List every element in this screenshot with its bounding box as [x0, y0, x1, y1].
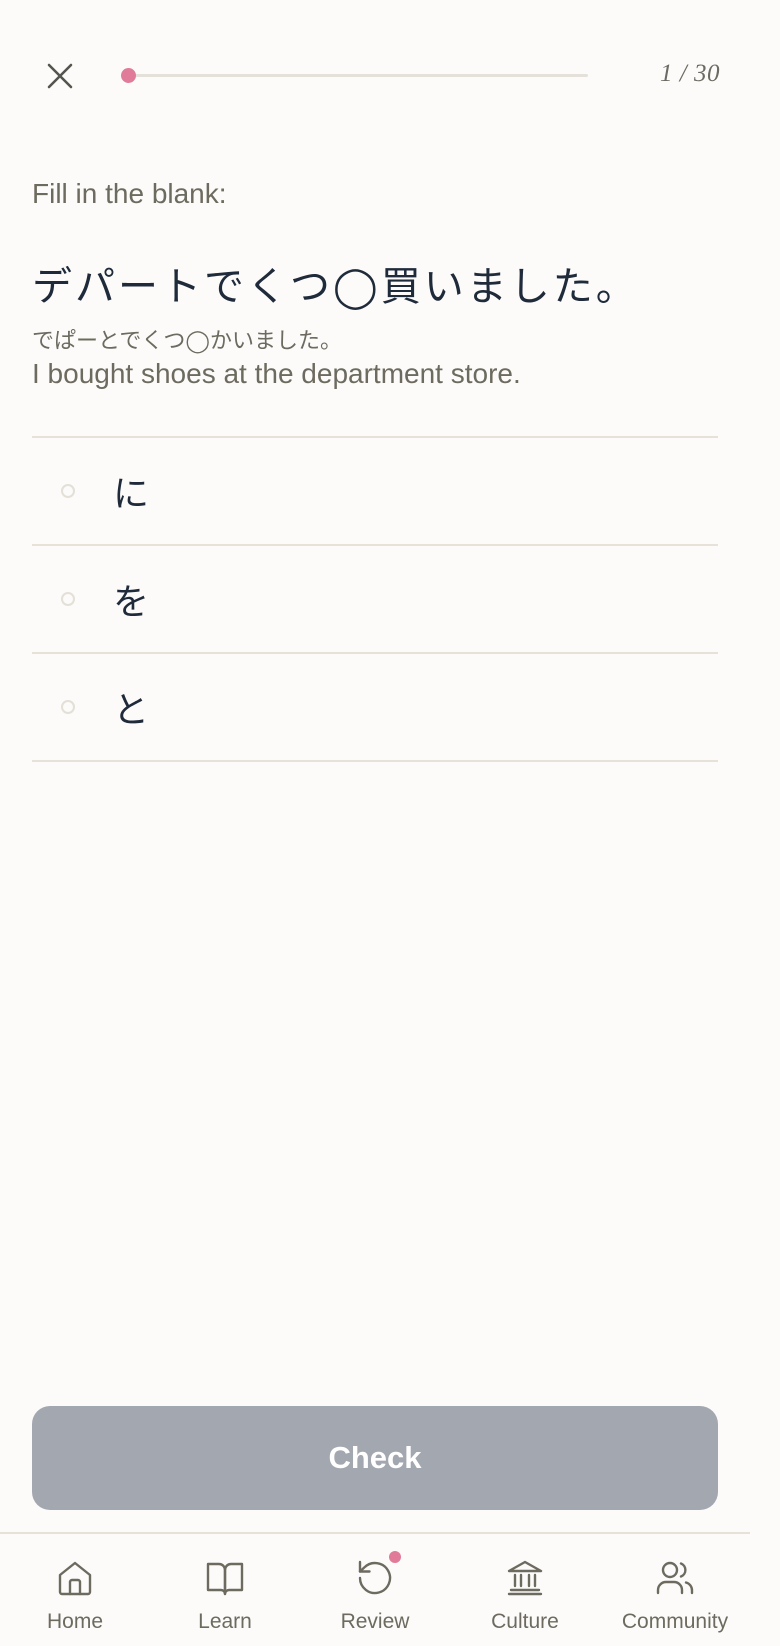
- answer-option-label: を: [113, 582, 150, 623]
- notification-badge: [389, 1551, 401, 1563]
- landmark-icon: [505, 1558, 545, 1598]
- progress-indicator: [121, 68, 136, 83]
- nav-item-home[interactable]: Home: [0, 1544, 150, 1644]
- nav-label: Community: [621, 1610, 729, 1633]
- book-icon: [205, 1558, 245, 1598]
- nav-item-culture[interactable]: Culture: [450, 1544, 600, 1644]
- close-icon: [47, 63, 73, 89]
- answer-option-label: に: [113, 474, 150, 515]
- question-translation: I bought shoes at the department store.: [32, 358, 521, 389]
- radio-button[interactable]: [61, 484, 75, 498]
- progress-bar: [121, 68, 588, 83]
- radio-button[interactable]: [61, 592, 75, 606]
- refresh-icon: [355, 1551, 401, 1598]
- users-icon: [655, 1558, 695, 1598]
- answer-option[interactable]: と: [32, 654, 718, 762]
- question-sentence: デパートでくつ◯買いました。: [32, 264, 639, 310]
- quiz-screen: 1 / 30 Fill in the blank: デパートでくつ◯買いました。…: [0, 0, 780, 1646]
- close-button[interactable]: [40, 56, 80, 96]
- nav-label: Home: [46, 1610, 104, 1633]
- check-button[interactable]: Check: [32, 1406, 718, 1510]
- answer-option[interactable]: に: [32, 438, 718, 546]
- answer-option[interactable]: を: [32, 546, 718, 654]
- radio-button[interactable]: [61, 700, 75, 714]
- home-icon: [55, 1558, 95, 1598]
- nav-label: Learn: [198, 1610, 252, 1633]
- question-reading: でぱーとでくつ◯かいました。: [32, 329, 342, 354]
- bottom-nav: Home Learn Review Culture Community: [0, 1532, 750, 1646]
- question-prompt: Fill in the blank:: [32, 178, 227, 209]
- nav-item-community[interactable]: Community: [600, 1544, 750, 1644]
- nav-label: Review: [340, 1610, 410, 1633]
- answer-options: に を と: [32, 436, 718, 762]
- nav-item-review[interactable]: Review: [300, 1544, 450, 1644]
- progress-counter: 1 / 30: [660, 60, 720, 87]
- nav-label: Culture: [491, 1610, 559, 1633]
- answer-option-label: と: [113, 690, 150, 731]
- nav-item-learn[interactable]: Learn: [150, 1544, 300, 1644]
